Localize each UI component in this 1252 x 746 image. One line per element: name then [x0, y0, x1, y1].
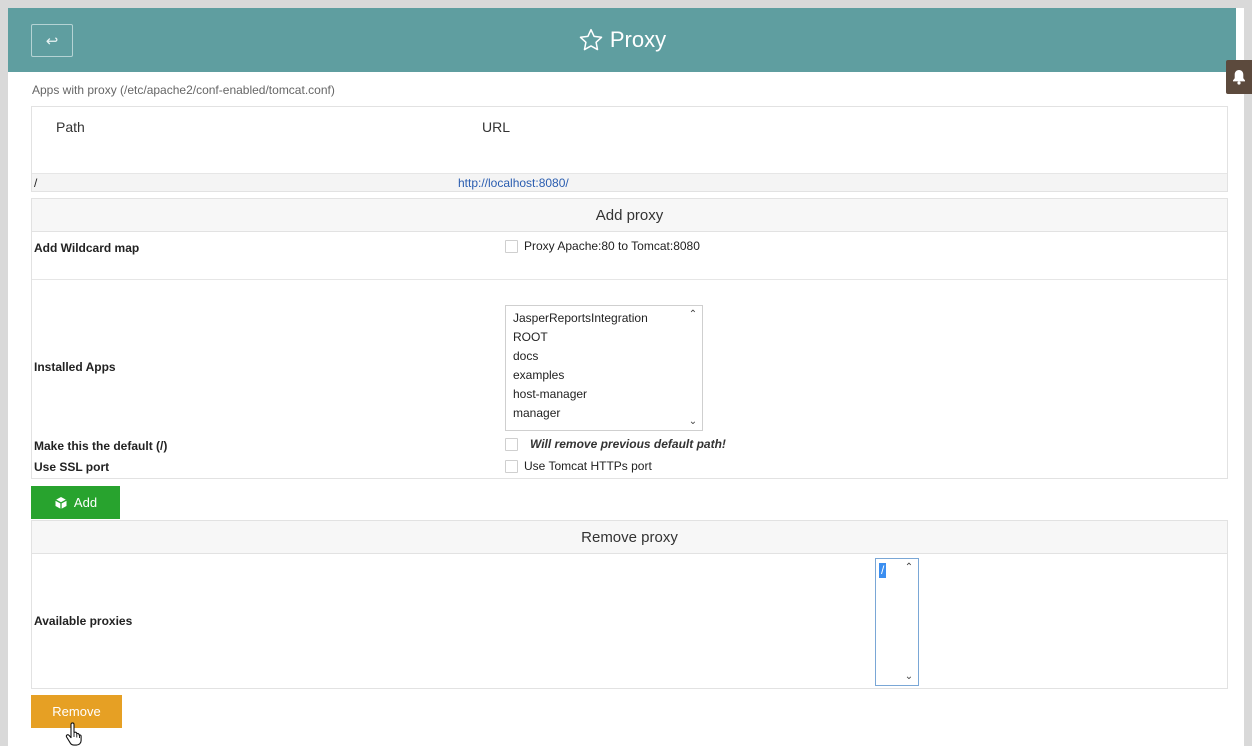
add-proxy-panel: Add proxy Add Wildcard map Proxy Apache:…	[31, 198, 1228, 479]
scroll-up-icon[interactable]: ⌃	[689, 309, 697, 320]
available-proxy-option[interactable]: /	[879, 563, 887, 578]
divider	[32, 279, 1227, 280]
ssl-port-label: Use SSL port	[34, 460, 110, 474]
installed-app-option[interactable]: manager	[506, 404, 702, 423]
proxy-config-note: Apps with proxy (/etc/apache2/conf-enabl…	[32, 83, 335, 97]
installed-apps-scrollbar[interactable]: ⌃ ⌄	[684, 306, 702, 430]
installed-apps-label: Installed Apps	[34, 360, 116, 374]
available-proxies-label: Available proxies	[34, 614, 133, 628]
back-button[interactable]: ↩	[31, 24, 73, 57]
row-url-link[interactable]: http://localhost:8080/	[458, 176, 569, 190]
wildcard-map-option: Proxy Apache:80 to Tomcat:8080	[505, 239, 700, 253]
remove-button-label: Remove	[52, 704, 101, 719]
back-arrow-icon: ↩	[45, 32, 59, 50]
cube-icon	[55, 496, 67, 509]
installed-app-option[interactable]: JasperReportsIntegration	[506, 309, 702, 328]
title-wrap: Proxy	[578, 27, 666, 53]
star-icon	[579, 28, 603, 51]
make-default-label: Make this the default (/)	[34, 439, 168, 453]
installed-app-option[interactable]: ROOT	[506, 328, 702, 347]
scroll-down-icon[interactable]: ⌄	[689, 416, 697, 427]
row-path: /	[34, 176, 38, 190]
installed-app-option[interactable]: docs	[506, 347, 702, 366]
remove-proxy-panel: Remove proxy Available proxies / ⌃ ⌄	[31, 520, 1228, 689]
proxy-list-table: Path URL / http://localhost:8080/	[31, 106, 1228, 192]
column-header-path: Path	[56, 119, 85, 135]
notification-tab[interactable]	[1226, 60, 1252, 94]
available-proxies-scrollbar[interactable]: ⌃ ⌄	[900, 559, 918, 685]
make-default-checkbox[interactable]	[505, 437, 518, 451]
hand-pointer-icon	[65, 722, 82, 746]
installed-apps-select[interactable]: JasperReportsIntegration ROOT docs examp…	[505, 305, 703, 431]
scroll-up-icon[interactable]: ⌃	[905, 562, 913, 573]
column-header-url: URL	[482, 119, 511, 135]
installed-app-option[interactable]: examples	[506, 366, 702, 385]
add-button[interactable]: Add	[31, 486, 120, 519]
available-proxies-select[interactable]: / ⌃ ⌄	[875, 558, 919, 686]
wildcard-map-label: Add Wildcard map	[34, 241, 140, 255]
wildcard-map-checkbox[interactable]	[505, 239, 518, 253]
ssl-port-checkbox[interactable]	[505, 459, 518, 473]
bell-icon	[1233, 70, 1245, 85]
installed-app-option[interactable]: host-manager	[506, 385, 702, 404]
add-button-label: Add	[73, 495, 98, 510]
make-default-option: Will remove previous default path!	[505, 437, 726, 451]
ssl-port-checkbox-label: Use Tomcat HTTPs port	[524, 459, 652, 473]
make-default-warning: Will remove previous default path!	[530, 437, 726, 451]
scroll-down-icon[interactable]: ⌄	[905, 671, 913, 682]
table-row: / http://localhost:8080/	[32, 173, 1227, 191]
page-title: Proxy	[609, 27, 667, 52]
ssl-port-option: Use Tomcat HTTPs port	[505, 459, 652, 473]
wildcard-map-checkbox-label: Proxy Apache:80 to Tomcat:8080	[524, 239, 700, 253]
remove-proxy-heading: Remove proxy	[32, 521, 1227, 554]
page-header: ↩ Proxy	[8, 8, 1236, 72]
add-proxy-heading: Add proxy	[32, 199, 1227, 232]
